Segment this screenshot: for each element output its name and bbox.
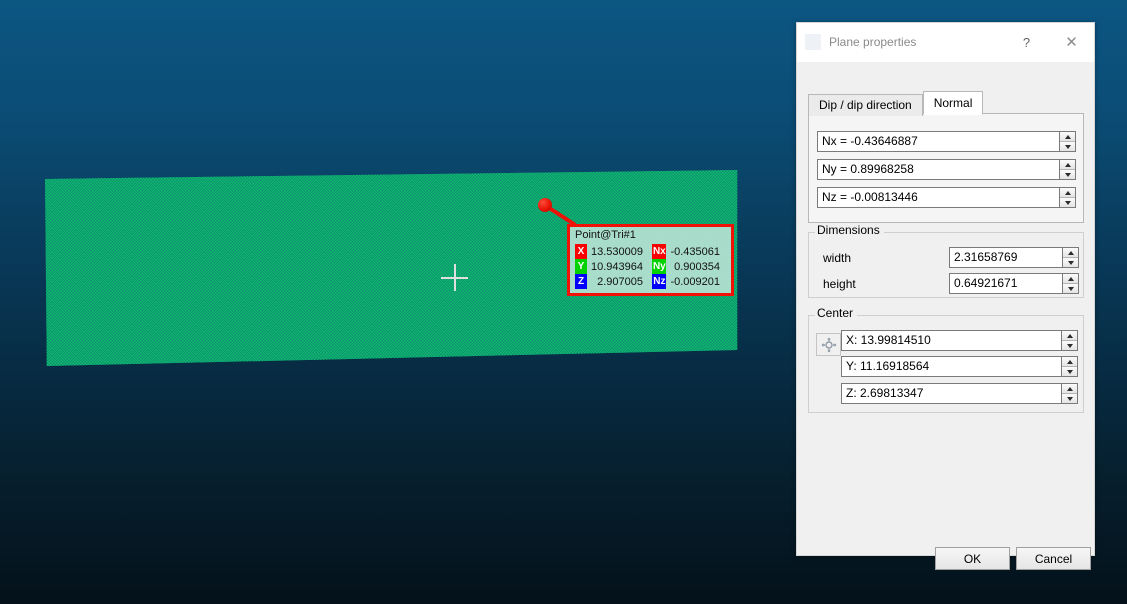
center-x-spin-buttons[interactable] bbox=[1061, 330, 1078, 351]
tab-dip-dip-direction[interactable]: Dip / dip direction bbox=[808, 94, 923, 116]
ok-button[interactable]: OK bbox=[935, 547, 1010, 570]
normal-tab-panel: Nx = -0.43646887 Ny = 0.89968258 Nz = -0… bbox=[808, 113, 1084, 223]
nx-spin-buttons[interactable] bbox=[1059, 131, 1076, 152]
axis-value-z: 2.907005 bbox=[597, 275, 644, 288]
height-input[interactable]: 0.64921671 bbox=[949, 273, 1062, 294]
application-window: Point@Tri#1 X 13.530009 Nx -0.435061 Y 1… bbox=[0, 0, 1127, 604]
width-label: width bbox=[823, 251, 852, 265]
center-z-spin-down-icon[interactable] bbox=[1062, 394, 1077, 403]
crosshair-vertical bbox=[454, 264, 456, 291]
center-group-title: Center bbox=[815, 307, 858, 320]
dialog-body: Dip / dip direction Normal Nx = -0.43646… bbox=[797, 62, 1094, 570]
height-spin-down-icon[interactable] bbox=[1063, 284, 1078, 293]
nz-spin-up-icon[interactable] bbox=[1060, 188, 1075, 198]
point-label-title: Point@Tri#1 bbox=[575, 229, 636, 241]
ny-spinbox[interactable]: Ny = 0.89968258 bbox=[817, 159, 1076, 180]
dialog-titlebar[interactable]: Plane properties ? ✕ bbox=[797, 23, 1094, 62]
center-x-spinbox[interactable]: X: 13.99814510 bbox=[841, 330, 1078, 351]
nz-spin-buttons[interactable] bbox=[1059, 187, 1076, 208]
nx-spinbox[interactable]: Nx = -0.43646887 bbox=[817, 131, 1076, 152]
center-z-input[interactable]: Z: 2.69813347 bbox=[841, 383, 1061, 404]
width-input[interactable]: 2.31658769 bbox=[949, 247, 1062, 268]
nx-input[interactable]: Nx = -0.43646887 bbox=[817, 131, 1059, 152]
table-row: Y 10.943964 Ny 0.900354 bbox=[575, 259, 726, 274]
tab-normal[interactable]: Normal bbox=[922, 91, 984, 115]
center-z-spinbox[interactable]: Z: 2.69813347 bbox=[841, 383, 1078, 404]
normal-badge-nz: Nz bbox=[652, 274, 667, 289]
crosshair-cursor-icon bbox=[441, 264, 468, 291]
center-y-spin-up-icon[interactable] bbox=[1062, 357, 1077, 367]
picked-point-marker-icon[interactable] bbox=[538, 198, 552, 212]
center-y-spinbox[interactable]: Y: 11.16918564 bbox=[841, 356, 1078, 377]
tab-bar: Dip / dip direction Normal bbox=[808, 91, 984, 116]
height-label: height bbox=[823, 277, 856, 291]
group-rule-right bbox=[883, 232, 1083, 233]
center-x-input[interactable]: X: 13.99814510 bbox=[841, 330, 1061, 351]
nz-input[interactable]: Nz = -0.00813446 bbox=[817, 187, 1059, 208]
axis-badge-y: Y bbox=[575, 259, 588, 274]
ny-input[interactable]: Ny = 0.89968258 bbox=[817, 159, 1059, 180]
nz-spin-down-icon[interactable] bbox=[1060, 198, 1075, 207]
table-row: Z 2.907005 Nz -0.009201 bbox=[575, 274, 726, 289]
dimensions-group-title: Dimensions bbox=[815, 224, 884, 237]
width-spin-buttons[interactable] bbox=[1062, 247, 1079, 268]
ny-spin-buttons[interactable] bbox=[1059, 159, 1076, 180]
width-spinbox[interactable]: 2.31658769 bbox=[949, 247, 1079, 268]
help-button[interactable]: ? bbox=[1004, 23, 1049, 61]
normal-value-nz: -0.009201 bbox=[670, 275, 720, 288]
center-y-input[interactable]: Y: 11.16918564 bbox=[841, 356, 1061, 377]
height-spin-buttons[interactable] bbox=[1062, 273, 1079, 294]
table-row: X 13.530009 Nx -0.435061 bbox=[575, 244, 726, 259]
axis-pick-icon bbox=[821, 337, 836, 352]
center-x-spin-up-icon[interactable] bbox=[1062, 331, 1077, 341]
axis-badge-x: X bbox=[575, 244, 588, 259]
cancel-button[interactable]: Cancel bbox=[1016, 547, 1091, 570]
point-label-table: X 13.530009 Nx -0.435061 Y 10.943964 Ny … bbox=[575, 244, 726, 289]
cloudcompare-icon bbox=[805, 34, 821, 50]
normal-badge-ny: Ny bbox=[652, 259, 667, 274]
axis-badge-z: Z bbox=[575, 274, 588, 289]
normal-badge-nx: Nx bbox=[652, 244, 667, 259]
center-pick-axis-button[interactable] bbox=[816, 333, 841, 356]
center-y-spin-buttons[interactable] bbox=[1061, 356, 1078, 377]
width-spin-up-icon[interactable] bbox=[1063, 248, 1078, 258]
height-spin-up-icon[interactable] bbox=[1063, 274, 1078, 284]
ny-spin-down-icon[interactable] bbox=[1060, 170, 1075, 179]
center-z-spin-up-icon[interactable] bbox=[1062, 384, 1077, 394]
normal-value-nx: -0.435061 bbox=[670, 245, 720, 258]
center-x-spin-down-icon[interactable] bbox=[1062, 341, 1077, 350]
axis-value-x: 13.530009 bbox=[591, 245, 644, 258]
nz-spinbox[interactable]: Nz = -0.00813446 bbox=[817, 187, 1076, 208]
normal-value-ny: 0.900354 bbox=[674, 260, 720, 273]
center-z-spin-buttons[interactable] bbox=[1061, 383, 1078, 404]
nx-spin-up-icon[interactable] bbox=[1060, 132, 1075, 142]
ny-spin-up-icon[interactable] bbox=[1060, 160, 1075, 170]
height-spinbox[interactable]: 0.64921671 bbox=[949, 273, 1079, 294]
nx-spin-down-icon[interactable] bbox=[1060, 142, 1075, 151]
center-y-spin-down-icon[interactable] bbox=[1062, 367, 1077, 376]
point-info-label[interactable]: Point@Tri#1 X 13.530009 Nx -0.435061 Y 1… bbox=[567, 224, 734, 296]
width-spin-down-icon[interactable] bbox=[1063, 258, 1078, 267]
group-rule-right bbox=[855, 315, 1083, 316]
dialog-title: Plane properties bbox=[829, 35, 917, 49]
close-button[interactable]: ✕ bbox=[1049, 23, 1094, 61]
plane-properties-dialog: Plane properties ? ✕ Dip / dip direction… bbox=[796, 22, 1095, 570]
axis-value-y: 10.943964 bbox=[591, 260, 644, 273]
